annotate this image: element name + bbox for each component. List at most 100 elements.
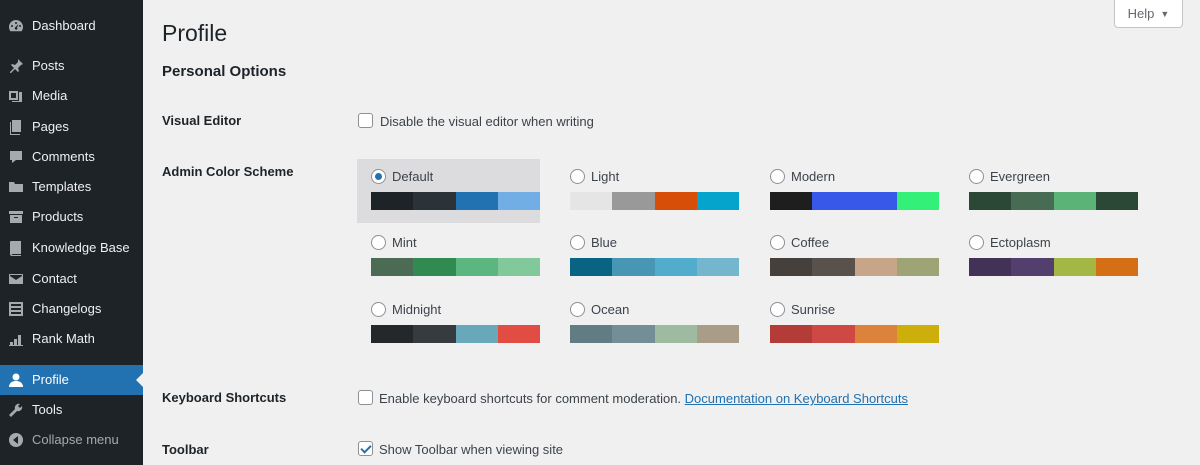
sidebar-item-label: Products — [32, 209, 84, 224]
color-swatch — [1095, 192, 1138, 210]
color-swatches — [969, 258, 1138, 276]
color-swatch — [612, 258, 655, 276]
sidebar-item-label: Tools — [32, 402, 63, 417]
color-swatch — [770, 258, 813, 276]
color-swatches — [969, 192, 1138, 210]
color-swatch — [570, 258, 613, 276]
color-swatch — [1011, 192, 1054, 210]
mail-icon — [8, 271, 24, 287]
color-scheme-radio[interactable] — [969, 235, 984, 250]
sidebar-item-label: Pages — [32, 119, 69, 134]
color-swatches — [570, 325, 739, 343]
sidebar-item-posts[interactable]: Posts — [0, 51, 143, 81]
sidebar-item-rank-math[interactable]: Rank Math — [0, 324, 143, 354]
color-scheme-radio[interactable] — [770, 169, 785, 184]
color-scheme-blue[interactable]: Blue — [556, 225, 739, 289]
keyboard-shortcuts-checkbox-label: Enable keyboard shortcuts for comment mo… — [379, 391, 908, 407]
color-swatch — [497, 258, 540, 276]
color-scheme-ocean[interactable]: Ocean — [556, 292, 739, 356]
color-scheme-radio[interactable] — [371, 235, 386, 250]
color-swatches — [371, 192, 540, 210]
color-scheme-midnight[interactable]: Midnight — [357, 292, 540, 356]
sidebar-item-comments[interactable]: Comments — [0, 142, 143, 172]
keyboard-shortcuts-label: Keyboard Shortcuts — [162, 390, 287, 405]
color-swatch — [770, 192, 813, 210]
sidebar-item-dashboard[interactable]: Dashboard — [0, 11, 143, 41]
color-scheme-name: Midnight — [392, 302, 442, 317]
folder-icon — [8, 179, 24, 195]
color-scheme-name: Blue — [591, 235, 618, 250]
visual-editor-checkbox-label[interactable]: Disable the visual editor when writing — [380, 114, 594, 130]
color-scheme-radio[interactable] — [770, 235, 785, 250]
color-swatch — [455, 192, 498, 210]
color-scheme-radio[interactable] — [570, 302, 585, 317]
color-scheme-default[interactable]: Default — [357, 159, 540, 223]
chart-icon — [8, 331, 24, 347]
color-swatch — [371, 325, 414, 343]
color-scheme-radio[interactable] — [770, 302, 785, 317]
sidebar-item-tools[interactable]: Tools — [0, 395, 143, 425]
color-scheme-name: Default — [392, 169, 434, 184]
color-swatch — [969, 258, 1012, 276]
sidebar-item-profile[interactable]: Profile — [0, 365, 143, 395]
sidebar-item-label: Media — [32, 88, 68, 103]
color-scheme-radio[interactable] — [570, 169, 585, 184]
color-swatch — [854, 325, 897, 343]
toolbar-checkbox[interactable] — [358, 441, 373, 456]
color-scheme-sunrise[interactable]: Sunrise — [756, 292, 939, 356]
color-swatch — [371, 258, 414, 276]
sidebar-item-knowledge-base[interactable]: Knowledge Base — [0, 233, 143, 263]
color-swatch — [696, 258, 739, 276]
sidebar-item-templates[interactable]: Templates — [0, 172, 143, 202]
help-button[interactable]: Help ▼ — [1114, 0, 1183, 28]
keyboard-shortcuts-checkbox[interactable] — [358, 390, 373, 405]
color-scheme-coffee[interactable]: Coffee — [756, 225, 939, 289]
color-swatch — [497, 325, 540, 343]
color-swatch — [1053, 258, 1096, 276]
sidebar-item-label: Changelogs — [32, 301, 102, 316]
sidebar-item-contact[interactable]: Contact — [0, 264, 143, 294]
color-scheme-radio[interactable] — [969, 169, 984, 184]
color-swatch — [696, 325, 739, 343]
sidebar-item-label: Templates — [32, 179, 92, 194]
color-scheme-name: Mint — [392, 235, 417, 250]
color-scheme-name: Ocean — [591, 302, 630, 317]
keyboard-shortcuts-text[interactable]: Enable keyboard shortcuts for comment mo… — [379, 391, 681, 406]
color-scheme-mint[interactable]: Mint — [357, 225, 540, 289]
color-scheme-name: Modern — [791, 169, 836, 184]
color-swatch — [570, 325, 613, 343]
sidebar-item-label: Contact — [32, 271, 77, 286]
toolbar-checkbox-label[interactable]: Show Toolbar when viewing site — [379, 442, 563, 458]
sidebar-item-changelogs[interactable]: Changelogs — [0, 294, 143, 324]
help-label: Help — [1127, 6, 1155, 21]
visual-editor-checkbox[interactable] — [358, 113, 373, 128]
color-scheme-modern[interactable]: Modern — [756, 159, 939, 223]
color-swatch — [770, 325, 813, 343]
comments-icon — [8, 149, 24, 165]
color-swatches — [570, 258, 739, 276]
color-scheme-radio[interactable] — [371, 169, 386, 184]
list-icon — [8, 301, 24, 317]
keyboard-shortcuts-docs-link[interactable]: Documentation on Keyboard Shortcuts — [685, 391, 908, 406]
color-scheme-light[interactable]: Light — [556, 159, 739, 223]
color-scheme-ectoplasm[interactable]: Ectoplasm — [955, 225, 1138, 289]
sidebar-item-products[interactable]: Products — [0, 202, 143, 232]
sidebar-item-pages[interactable]: Pages — [0, 112, 143, 142]
color-scheme-name: Sunrise — [791, 302, 836, 317]
sidebar-item-label: Dashboard — [32, 18, 96, 33]
sidebar-item-media[interactable]: Media — [0, 81, 143, 111]
pin-icon — [8, 58, 24, 74]
color-swatch — [1011, 258, 1054, 276]
color-swatch — [612, 325, 655, 343]
color-swatches — [371, 325, 540, 343]
collapse-menu-button[interactable]: Collapse menu — [0, 425, 143, 455]
collapse-icon — [8, 432, 24, 448]
color-scheme-radio[interactable] — [371, 302, 386, 317]
archive-icon — [8, 209, 24, 225]
color-swatch — [896, 325, 939, 343]
media-icon — [8, 88, 24, 104]
color-scheme-name: Light — [591, 169, 620, 184]
color-scheme-evergreen[interactable]: Evergreen — [955, 159, 1138, 223]
color-swatch — [812, 325, 855, 343]
color-scheme-radio[interactable] — [570, 235, 585, 250]
